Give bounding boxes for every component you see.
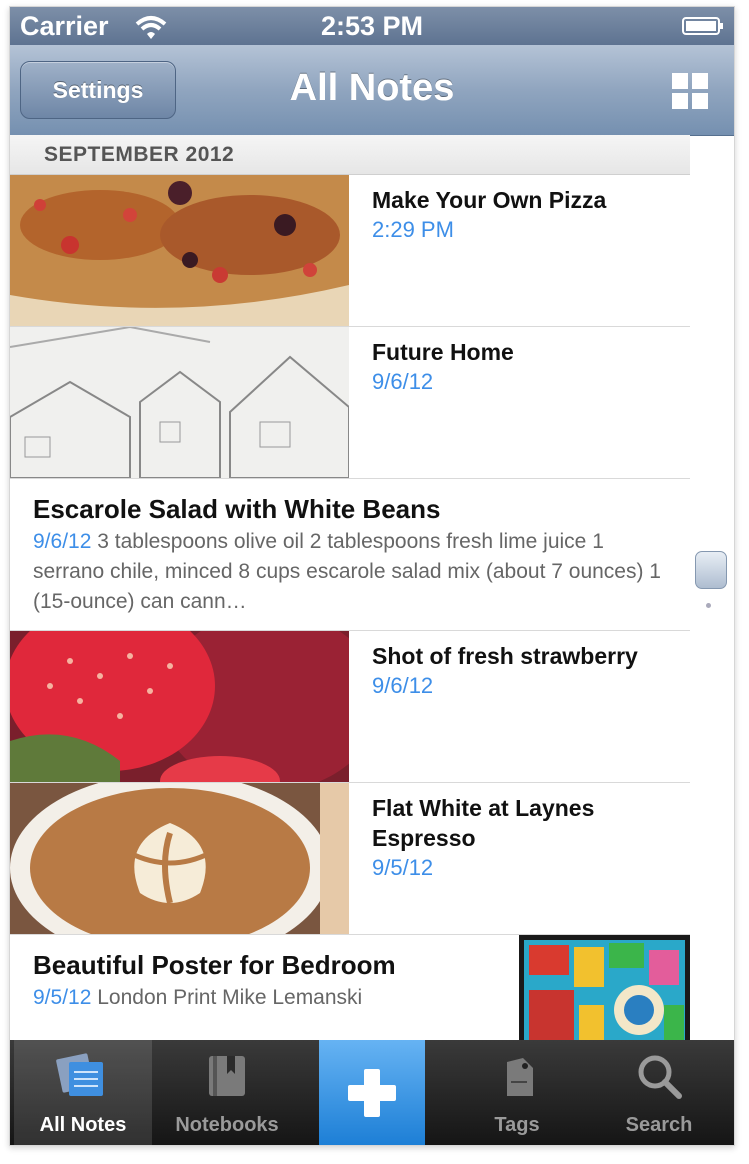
pizza-thumbnail	[10, 175, 349, 326]
tab-label: Tags	[494, 1114, 540, 1136]
tab-bar: All Notes Notebooks Tags Search	[10, 1040, 734, 1145]
note-info: Make Your Own Pizza 2:29 PM	[372, 185, 680, 245]
plus-icon	[348, 1069, 396, 1117]
list-item[interactable]: Shot of fresh strawberry 9/6/12	[10, 631, 690, 783]
note-preview: 9/5/12 London Print Mike Lemanski	[33, 983, 513, 1013]
list-item[interactable]: Beautiful Poster for Bedroom 9/5/12 Lond…	[10, 935, 690, 1040]
notebook-icon	[209, 1056, 245, 1096]
search-icon	[638, 1055, 682, 1099]
status-bar: Carrier 2:53 PM	[10, 7, 734, 45]
note-info: Future Home 9/6/12	[372, 337, 680, 397]
note-info: Flat White at Laynes Espresso 9/5/12	[372, 793, 680, 883]
note-title: Flat White at Laynes Espresso	[372, 795, 595, 851]
note-title: Shot of fresh strawberry	[372, 643, 638, 669]
note-snippet: 3 tablespoons olive oil 2 tablespoons fr…	[33, 530, 661, 613]
house-sketch-thumbnail	[10, 327, 349, 478]
note-info: Shot of fresh strawberry 9/6/12	[372, 641, 680, 701]
list-item[interactable]: Future Home 9/6/12	[10, 327, 690, 479]
note-title: Future Home	[372, 339, 514, 365]
status-time: 2:53 PM	[320, 11, 424, 41]
tab-label: Notebooks	[175, 1114, 279, 1136]
note-date: 9/6/12	[372, 369, 434, 394]
note-date: 2:29 PM	[372, 217, 454, 242]
tab-label: Search	[625, 1114, 693, 1136]
strawberry-thumbnail	[10, 631, 349, 782]
list-item[interactable]: Escarole Salad with White Beans 9/6/12 3…	[10, 479, 690, 631]
note-title: Make Your Own Pizza	[372, 187, 607, 213]
section-header: SEPTEMBER 2012	[10, 135, 690, 175]
list-item[interactable]: Flat White at Laynes Espresso 9/5/12	[10, 783, 690, 935]
note-title: Beautiful Poster for Bedroom	[33, 950, 396, 980]
note-date: 9/5/12	[33, 986, 92, 1009]
tab-search[interactable]: Search	[590, 1040, 728, 1145]
page-title: All Notes	[289, 67, 455, 109]
poster-thumbnail	[519, 935, 690, 1040]
note-snippet: London Print Mike Lemanski	[97, 986, 363, 1009]
note-title: Escarole Salad with White Beans	[33, 494, 441, 524]
note-preview: 9/6/12 3 tablespoons olive oil 2 tablesp…	[33, 527, 668, 617]
tag-icon	[507, 1058, 533, 1096]
tab-all-notes[interactable]: All Notes	[14, 1040, 152, 1145]
tab-tags[interactable]: Tags	[448, 1040, 586, 1145]
notes-icon	[56, 1053, 103, 1096]
phone-screen: Carrier 2:53 PM Settings All Notes SEPTE…	[9, 6, 735, 1146]
scroll-indicator[interactable]	[695, 551, 727, 589]
note-date: 9/5/12	[372, 855, 434, 880]
note-info: Beautiful Poster for Bedroom 9/5/12 Lond…	[33, 947, 513, 1013]
navigation-bar: Settings All Notes	[10, 45, 734, 136]
scroll-dot	[706, 603, 711, 608]
notes-list[interactable]: SEPTEMBER 2012 Make Your Own Pizza 2:29 …	[10, 135, 690, 1040]
grid-view-icon[interactable]	[672, 73, 708, 109]
note-date: 9/6/12	[33, 530, 92, 553]
note-date: 9/6/12	[372, 673, 434, 698]
tab-label: All Notes	[39, 1114, 127, 1136]
add-note-button[interactable]	[319, 1040, 425, 1145]
tab-notebooks[interactable]: Notebooks	[158, 1040, 296, 1145]
coffee-thumbnail	[10, 783, 349, 934]
list-item[interactable]: Make Your Own Pizza 2:29 PM	[10, 175, 690, 327]
battery-icon	[682, 17, 723, 35]
